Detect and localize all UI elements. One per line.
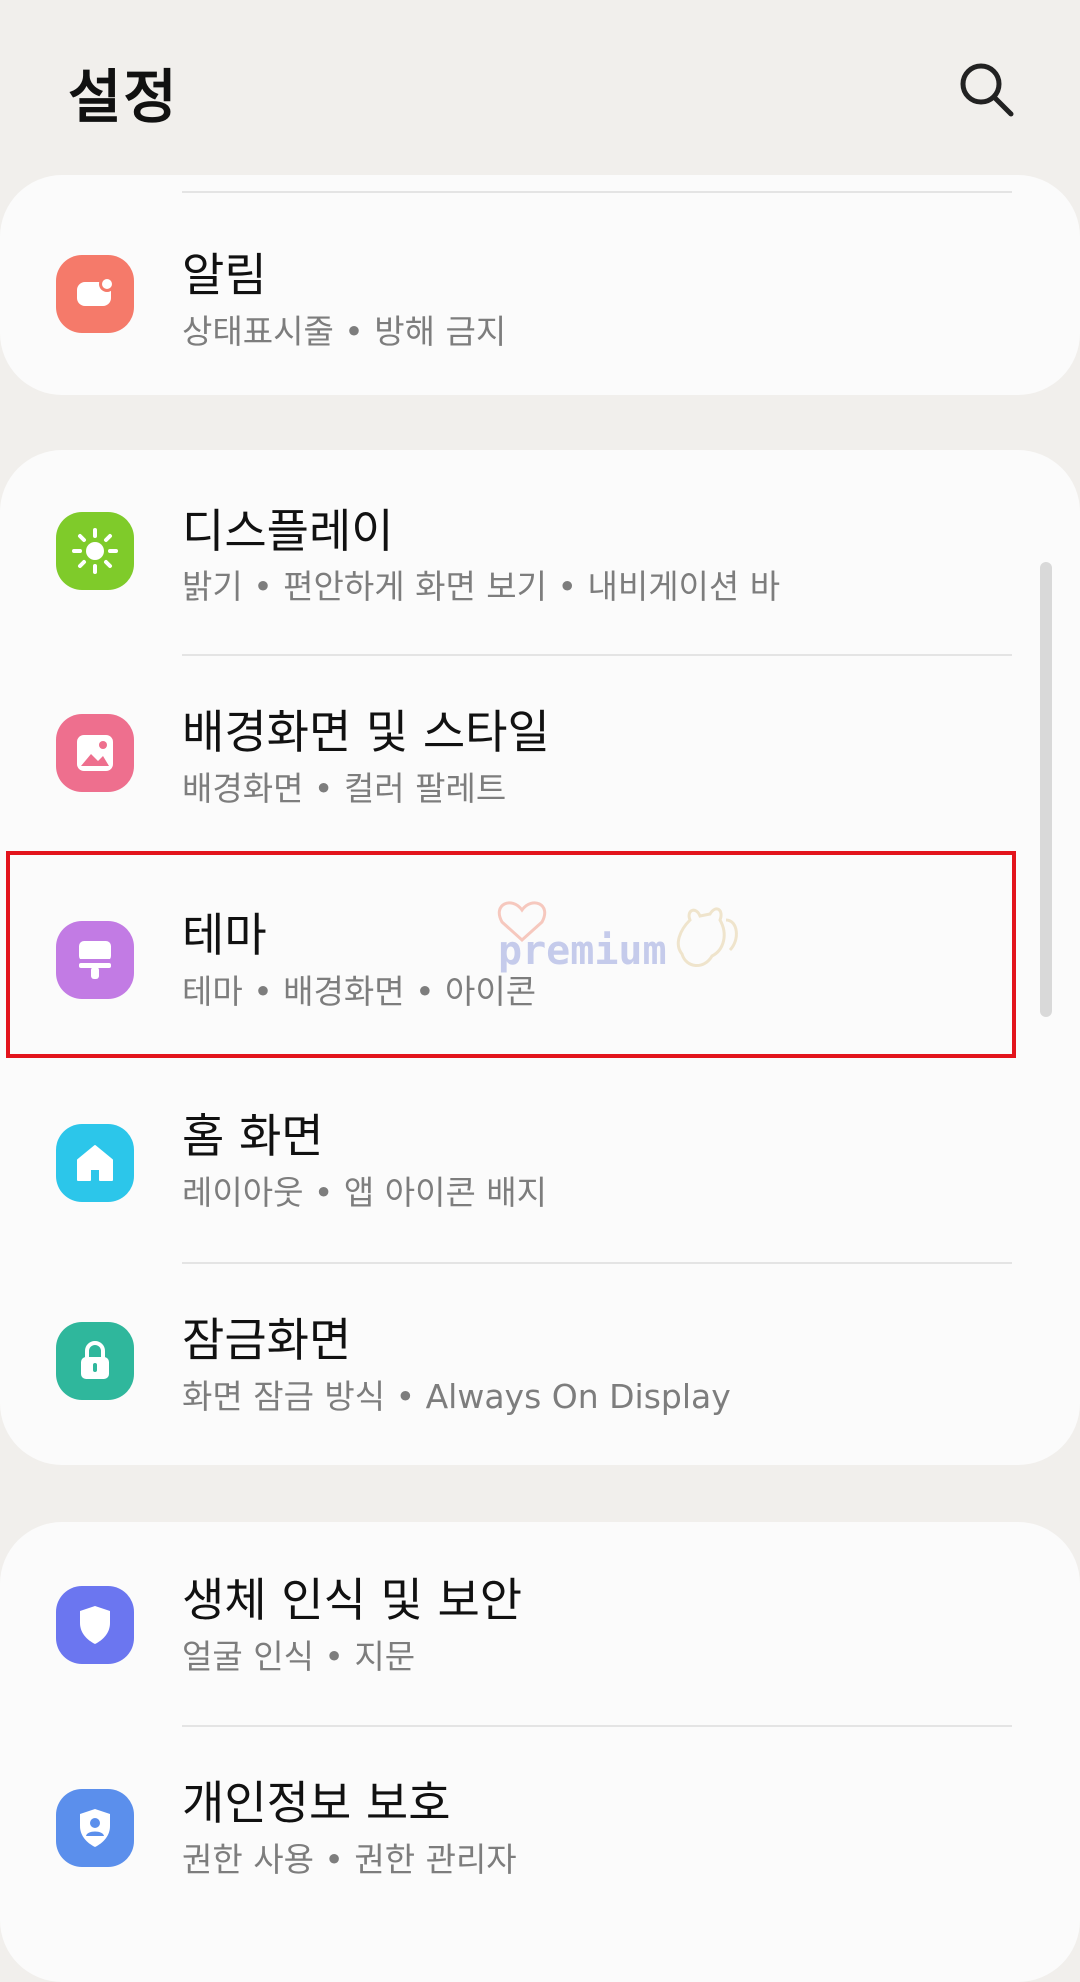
search-button[interactable]: [955, 58, 1019, 122]
item-subtitle: 레이아웃 • 앱 아이콘 배지: [182, 1173, 548, 1212]
settings-card-notifications: 알림 상태표시줄 • 방해 금지: [0, 175, 1080, 395]
settings-item-display[interactable]: 디스플레이 밝기 • 편안하게 화면 보기 • 내비게이션 바: [0, 450, 1080, 650]
settings-item-theme[interactable]: 테마 테마 • 배경화면 • 아이콘: [0, 855, 1080, 1055]
notification-icon: [56, 255, 134, 333]
item-subtitle: 화면 잠금 방식 • Always On Display: [182, 1377, 731, 1416]
header: 설정: [0, 0, 1080, 170]
settings-item-notifications[interactable]: 알림 상태표시줄 • 방해 금지: [0, 185, 1080, 385]
paint-brush-icon: [56, 921, 134, 999]
settings-item-lock-screen[interactable]: 잠금화면 화면 잠금 방식 • Always On Display: [0, 1262, 1080, 1462]
scrollbar[interactable]: [1040, 562, 1052, 1017]
item-subtitle: 테마 • 배경화면 • 아이콘: [182, 972, 537, 1011]
settings-item-wallpaper[interactable]: 배경화면 및 스타일 배경화면 • 컬러 팔레트: [0, 654, 1080, 854]
search-icon: [960, 63, 1014, 117]
item-subtitle: 배경화면 • 컬러 팔레트: [182, 769, 507, 808]
item-title: 배경화면 및 스타일: [182, 705, 550, 759]
item-title: 알림: [182, 248, 267, 302]
item-title: 홈 화면: [182, 1109, 324, 1163]
settings-item-home-screen[interactable]: 홈 화면 레이아웃 • 앱 아이콘 배지: [0, 1058, 1080, 1258]
item-title: 디스플레이: [182, 504, 394, 558]
home-icon: [56, 1124, 134, 1202]
item-subtitle: 밝기 • 편안하게 화면 보기 • 내비게이션 바: [182, 567, 781, 606]
item-title: 생체 인식 및 보안: [182, 1573, 523, 1627]
settings-card-security: 생체 인식 및 보안 얼굴 인식 • 지문 개인정보 보호 권한 사용 • 권한…: [0, 1522, 1080, 1982]
shield-icon: [56, 1586, 134, 1664]
settings-item-biometrics[interactable]: 생체 인식 및 보안 얼굴 인식 • 지문: [0, 1522, 1080, 1722]
item-title: 개인정보 보호: [182, 1776, 451, 1830]
item-title: 잠금화면: [182, 1313, 352, 1367]
settings-item-privacy[interactable]: 개인정보 보호 권한 사용 • 권한 관리자: [0, 1725, 1080, 1925]
item-subtitle: 상태표시줄 • 방해 금지: [182, 312, 507, 351]
item-title: 테마: [182, 908, 267, 962]
item-subtitle: 권한 사용 • 권한 관리자: [182, 1840, 517, 1879]
page-title: 설정: [68, 63, 179, 131]
image-icon: [56, 714, 134, 792]
privacy-shield-icon: [56, 1789, 134, 1867]
item-subtitle: 얼굴 인식 • 지문: [182, 1637, 416, 1676]
sun-icon: [56, 512, 134, 590]
lock-icon: [56, 1322, 134, 1400]
settings-card-display: 디스플레이 밝기 • 편안하게 화면 보기 • 내비게이션 바 배경화면 및 스…: [0, 450, 1080, 1465]
